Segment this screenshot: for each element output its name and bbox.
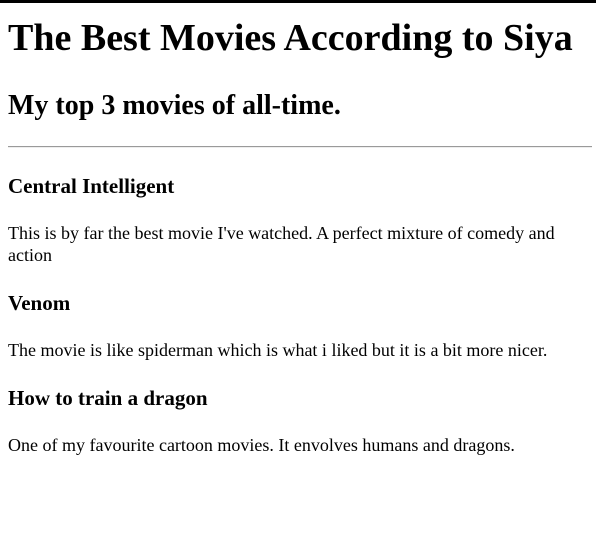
movie-description: This is by far the best movie I've watch… <box>8 223 555 265</box>
page-subtitle: My top 3 movies of all-time. <box>8 90 341 121</box>
movie-description: One of my favourite cartoon movies. It e… <box>8 435 515 455</box>
page-content: The Best Movies According to Siya My top… <box>8 3 592 456</box>
movie-entry-venom: Venom The movie is like spiderman which … <box>8 291 592 361</box>
divider <box>8 146 592 148</box>
movie-entry-how-to-train-a-dragon: How to train a dragon One of my favourit… <box>8 386 592 456</box>
movie-title: Venom <box>8 291 71 315</box>
movie-description: The movie is like spiderman which is wha… <box>8 340 548 360</box>
movie-title: How to train a dragon <box>8 386 208 410</box>
page-title: The Best Movies According to Siya <box>8 17 573 59</box>
movie-title: Central Intelligent <box>8 174 175 198</box>
movie-entry-central-intelligent: Central Intelligent This is by far the b… <box>8 174 592 266</box>
